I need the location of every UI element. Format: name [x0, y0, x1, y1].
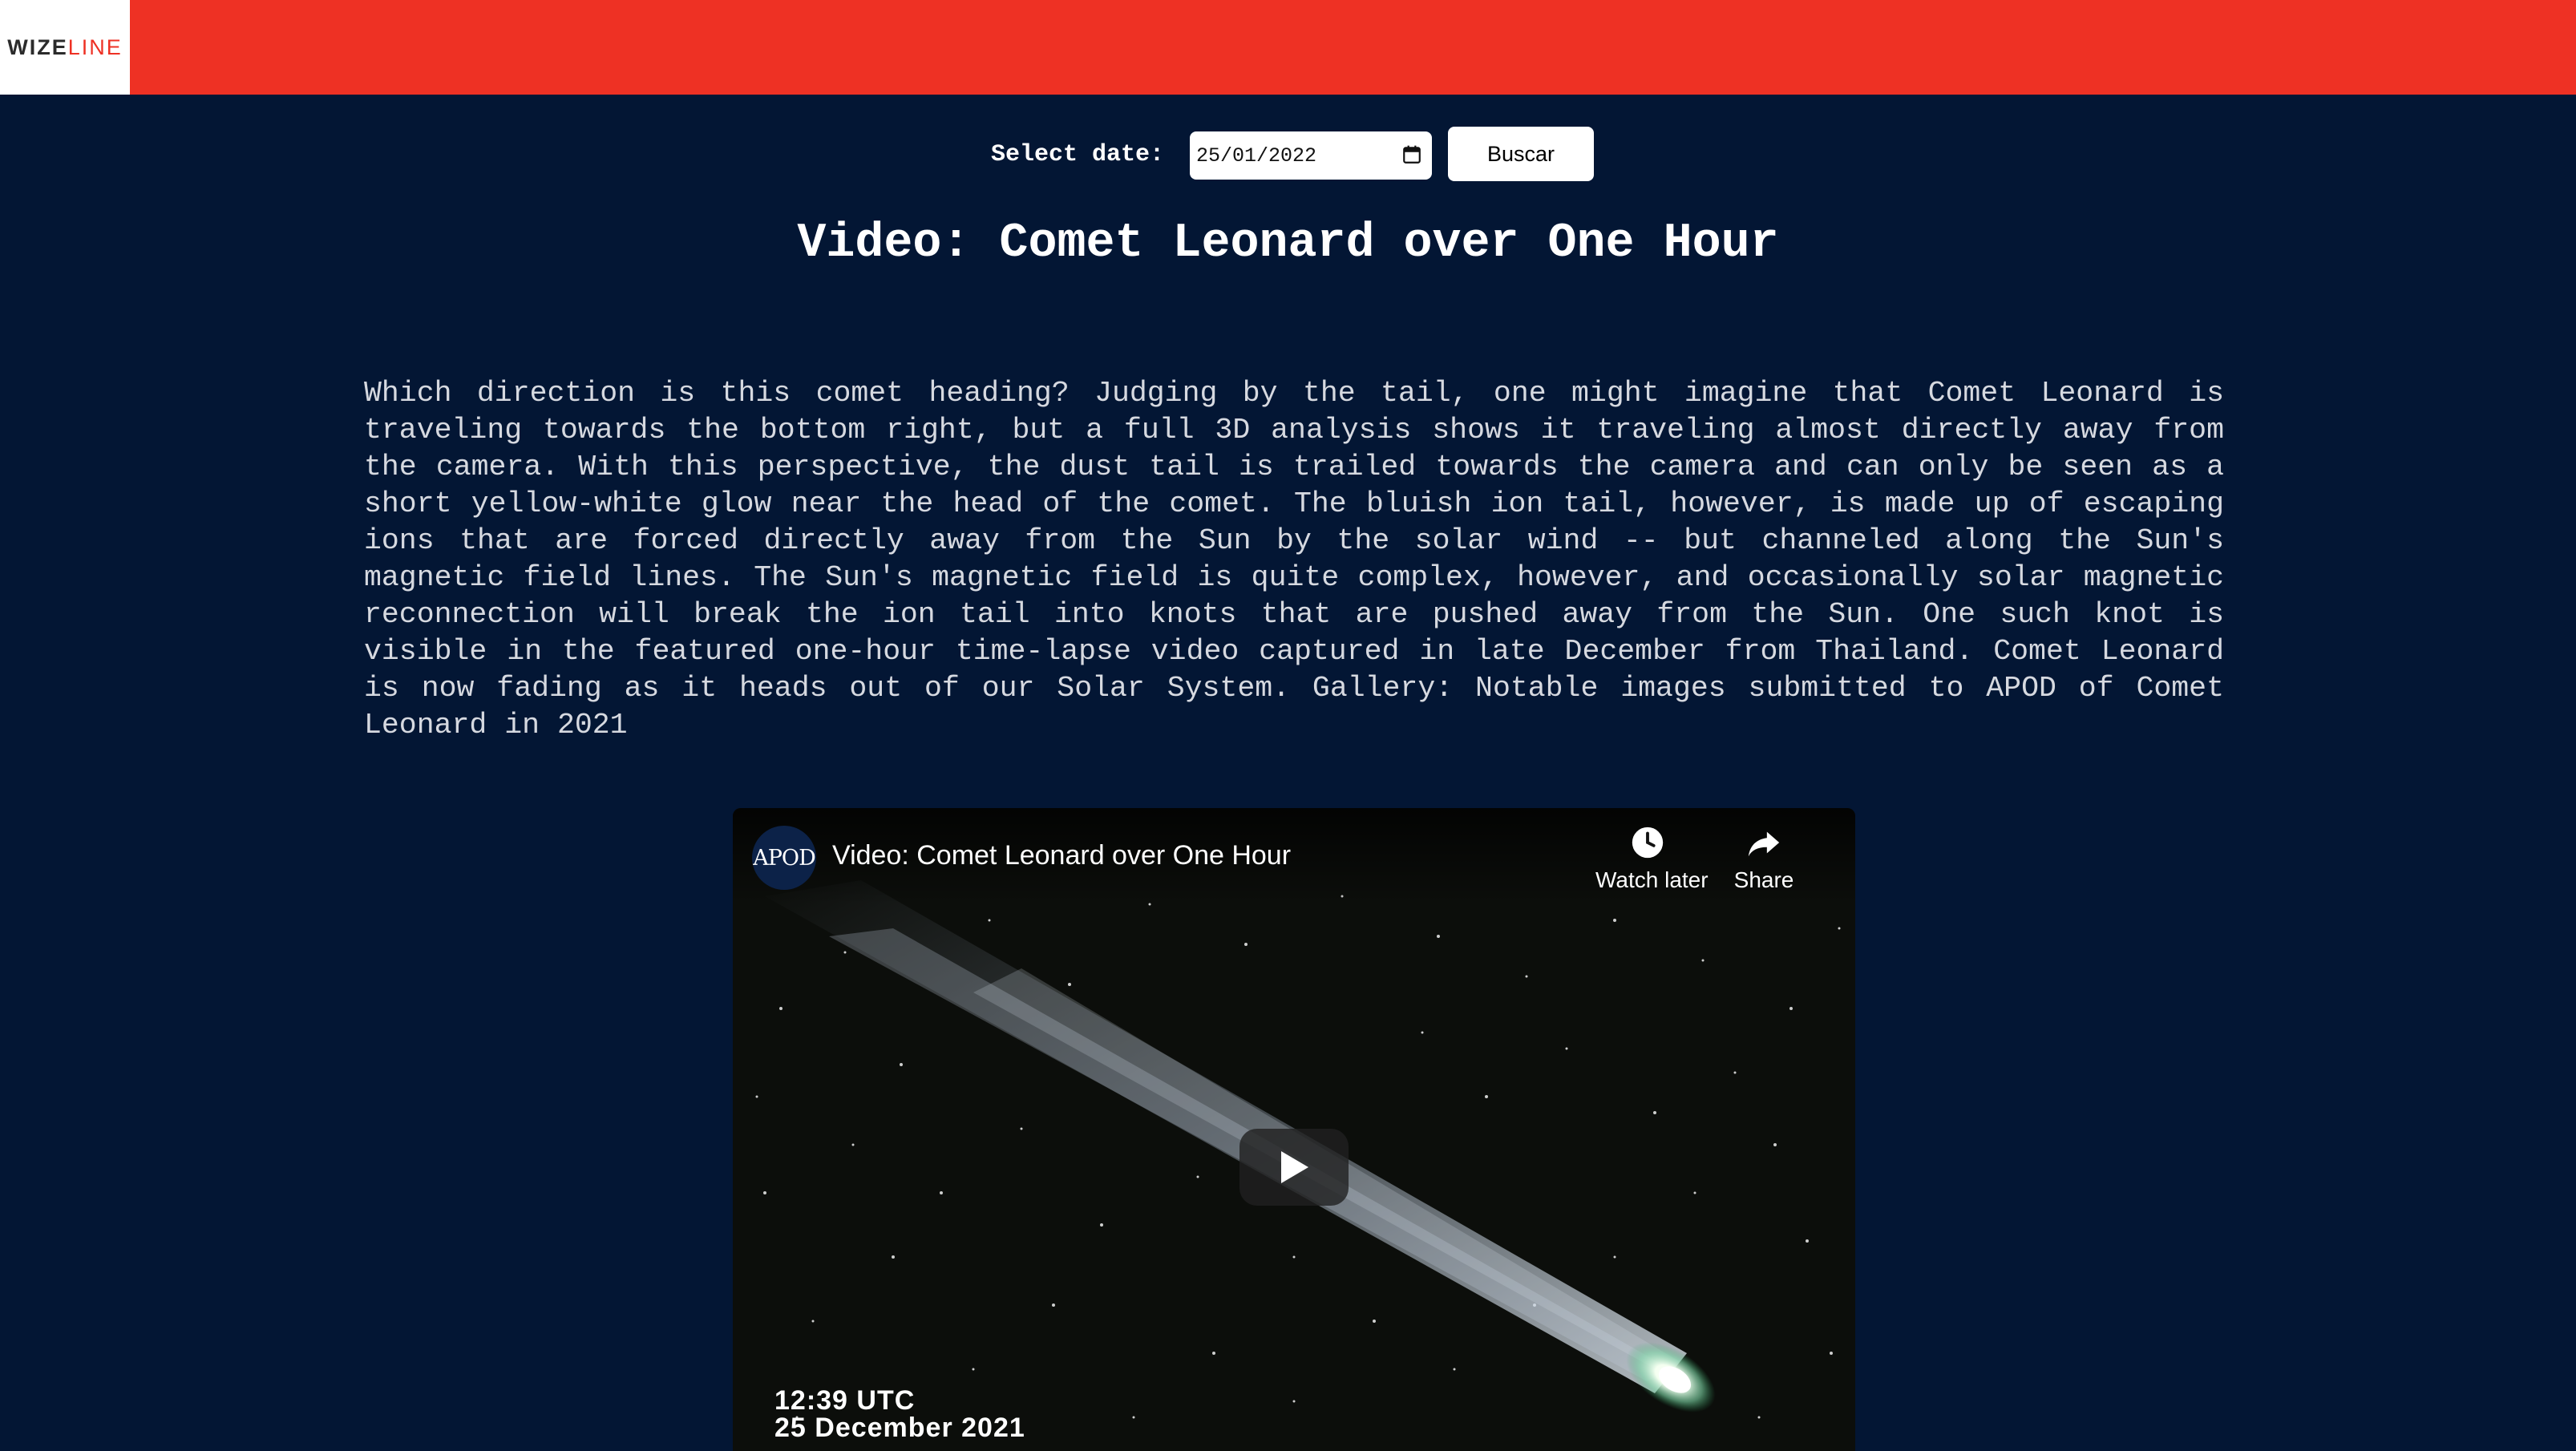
- overlay-time: 12:39 UTC: [774, 1385, 916, 1416]
- watch-later-button[interactable]: Watch later: [1595, 824, 1709, 893]
- search-button[interactable]: Buscar: [1448, 127, 1594, 181]
- video-player[interactable]: APOD Video: Comet Leonard over One Hour …: [733, 808, 1855, 1451]
- date-value: 25/01/2022: [1196, 143, 1317, 168]
- video-title[interactable]: Video: Comet Leonard over One Hour: [832, 840, 1291, 871]
- video-overlay-timestamp: 12:39 UTC 25 December 2021: [774, 1387, 1025, 1441]
- apod-explanation: Which direction is this comet heading? J…: [364, 377, 2224, 742]
- logo-wize: WIZE: [7, 34, 68, 59]
- play-icon: [1281, 1151, 1308, 1183]
- logo-line: LINE: [67, 34, 123, 59]
- share-button[interactable]: Share: [1724, 824, 1804, 893]
- watch-later-label: Watch later: [1595, 867, 1709, 892]
- overlay-date: 25 December 2021: [774, 1413, 1025, 1443]
- channel-avatar[interactable]: APOD: [752, 826, 816, 890]
- page-title: Video: Comet Leonard over One Hour: [797, 216, 1779, 271]
- share-arrow-icon: [1748, 831, 1780, 857]
- calendar-icon[interactable]: [1401, 144, 1422, 165]
- date-input[interactable]: 25/01/2022: [1190, 131, 1432, 180]
- wizeline-logo[interactable]: WIZELINE: [0, 0, 130, 95]
- clock-icon: [1632, 827, 1664, 859]
- logo-text: WIZELINE: [7, 35, 123, 60]
- play-button[interactable]: [1239, 1129, 1349, 1206]
- date-form: Select date: 25/01/2022 Buscar: [0, 127, 2576, 181]
- top-navbar: WIZELINE: [0, 0, 2576, 95]
- date-label: Select date:: [991, 141, 1165, 168]
- share-label: Share: [1733, 867, 1794, 892]
